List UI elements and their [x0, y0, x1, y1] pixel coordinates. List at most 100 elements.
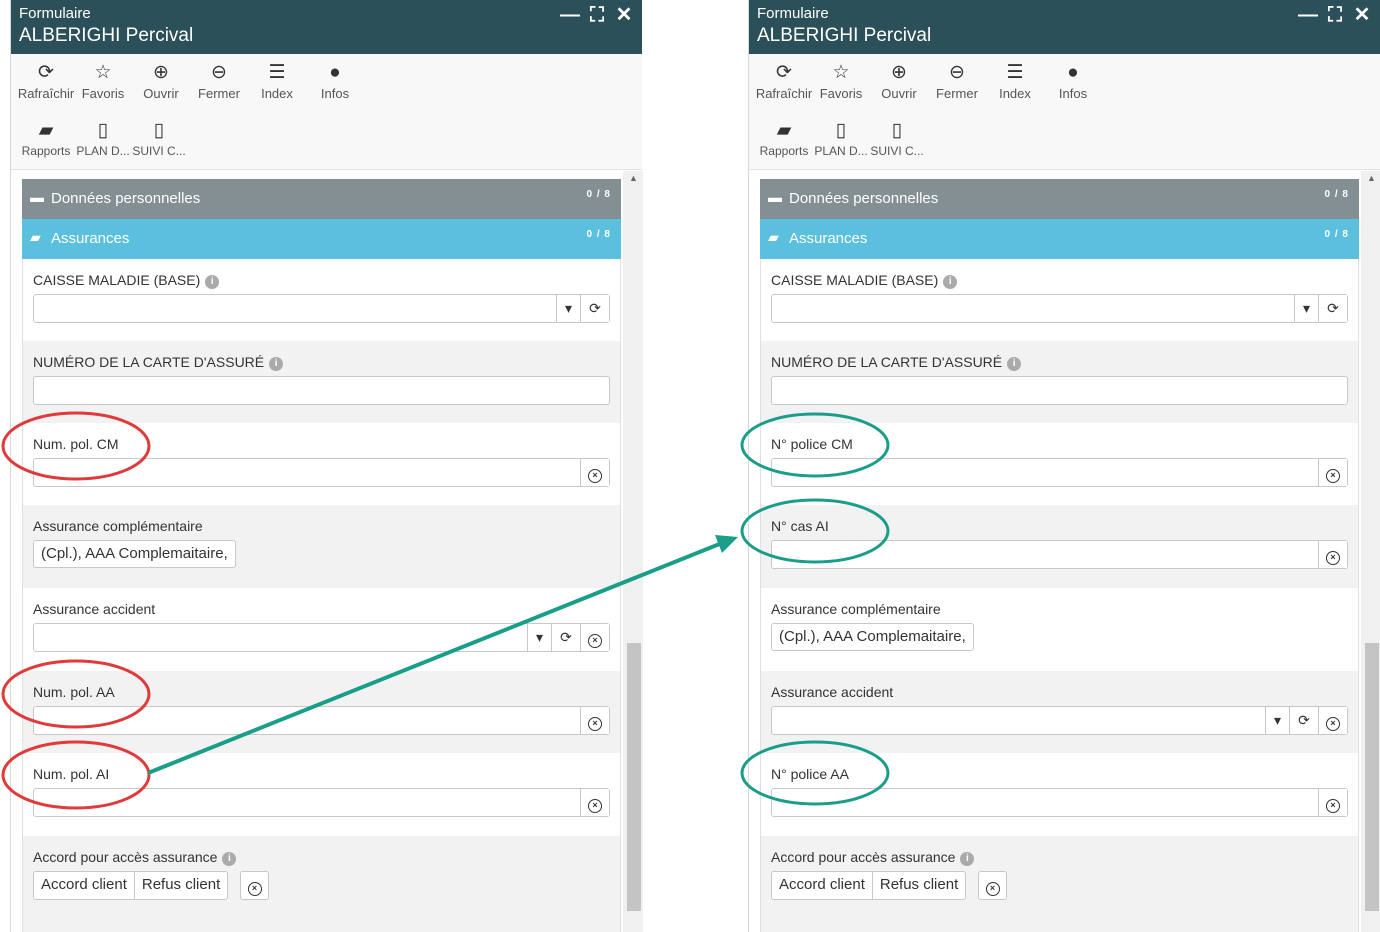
maximize-icon[interactable]: ⛶ — [1325, 5, 1345, 25]
clear-icon[interactable]: × — [580, 459, 609, 486]
window-titlebar: Formulaire ALBERIGHI Percival — ⛶ ✕ — [11, 0, 642, 54]
field-label: CAISSE MALADIE (BASE) i — [33, 272, 220, 289]
window-title: ALBERIGHI Percival — [757, 25, 932, 46]
dropdown-caret-icon[interactable]: ▾ — [1265, 707, 1289, 734]
scroll-up-icon[interactable]: ▲ — [629, 173, 638, 183]
rapports-button[interactable]: ▰ Rapports — [17, 118, 75, 158]
panel-header-personal[interactable]: ▬ Données personnelles 0 / 8 — [22, 179, 621, 219]
refresh-icon[interactable]: ⟳ — [551, 624, 580, 651]
caisse-select[interactable]: ▾ ⟳ — [771, 294, 1348, 323]
close-icon[interactable]: ✕ — [614, 5, 634, 25]
refresh-button[interactable]: ⟳ Rafraîchir — [17, 60, 75, 101]
plan-button[interactable]: ▯ PLAN D... — [811, 118, 871, 158]
scroll-up-icon[interactable]: ▲ — [1367, 173, 1376, 183]
accident-select[interactable]: ▾ ⟳ × — [33, 623, 610, 652]
clear-icon[interactable]: × — [978, 871, 1007, 900]
open-button[interactable]: ⊕ Ouvrir — [135, 60, 187, 101]
vertical-scrollbar[interactable]: ▲ — [623, 171, 643, 932]
num-pol-ai-input[interactable]: × — [33, 788, 610, 817]
field-complementaire: Assurance complémentaire (Cpl.), AAA Com… — [23, 505, 620, 588]
accord-client-option[interactable]: Accord client — [772, 872, 872, 899]
favorites-button[interactable]: ☆ Favoris — [77, 60, 129, 101]
refresh-button[interactable]: ⟳ Rafraîchir — [755, 60, 813, 101]
field-label: NUMÉRO DE LA CARTE D'ASSURÉ i — [33, 354, 284, 371]
info-icon[interactable]: i — [943, 275, 958, 289]
info-icon[interactable]: i — [960, 852, 975, 866]
clear-icon[interactable]: × — [1318, 541, 1347, 568]
minimize-icon[interactable]: — — [560, 5, 580, 25]
field-carte: NUMÉRO DE LA CARTE D'ASSURÉ i — [23, 341, 620, 423]
index-button[interactable]: ☰ Index — [989, 60, 1041, 101]
police-cm-input[interactable]: × — [771, 458, 1348, 487]
index-label: Index — [999, 86, 1031, 101]
panel-personal-count: 0 / 8 — [586, 189, 611, 200]
close-all-button[interactable]: ⊖ Fermer — [193, 60, 245, 101]
clear-icon[interactable]: × — [580, 624, 609, 651]
cas-ai-input[interactable]: × — [771, 540, 1348, 569]
clear-icon[interactable]: × — [1318, 459, 1347, 486]
refresh-icon[interactable]: ⟳ — [580, 295, 609, 322]
infos-button[interactable]: ● Infos — [1047, 60, 1099, 101]
info-icon[interactable]: i — [205, 275, 220, 289]
star-icon: ☆ — [94, 62, 112, 83]
panel-insurance-count: 0 / 8 — [586, 229, 611, 240]
info-icon[interactable]: i — [222, 852, 237, 866]
clear-icon[interactable]: × — [580, 789, 609, 816]
field-label: N° police CM — [771, 436, 853, 452]
refresh-icon[interactable]: ⟳ — [1289, 707, 1318, 734]
rapports-button[interactable]: ▰ Rapports — [755, 118, 813, 158]
accident-select[interactable]: ▾ ⟳ × — [771, 706, 1348, 735]
rapports-label: Rapports — [21, 144, 71, 158]
scrollbar-thumb[interactable] — [1365, 643, 1379, 911]
panel-header-insurance[interactable]: ▰ Assurances 0 / 8 — [22, 219, 621, 259]
complementaire-tag[interactable]: (Cpl.), AAA Complemaitaire, — [33, 540, 236, 568]
refus-client-option[interactable]: Refus client — [871, 872, 965, 899]
window-titlebar: Formulaire ALBERIGHI Percival — ⛶ ✕ — [749, 0, 1380, 54]
num-pol-cm-input[interactable]: × — [33, 458, 610, 487]
panel-header-personal[interactable]: ▬ Données personnelles 0 / 8 — [760, 179, 1359, 219]
dropdown-caret-icon[interactable]: ▾ — [556, 295, 580, 322]
clear-icon[interactable]: × — [1318, 707, 1347, 734]
caisse-select[interactable]: ▾ ⟳ — [33, 294, 610, 323]
index-button[interactable]: ☰ Index — [251, 60, 303, 101]
plan-button[interactable]: ▯ PLAN D... — [73, 118, 133, 158]
accord-toggle: Accord client Refus client — [33, 871, 229, 900]
field-label: CAISSE MALADIE (BASE) i — [771, 272, 958, 289]
plan-label: PLAN D... — [814, 144, 868, 158]
panel-header-insurance[interactable]: ▰ Assurances 0 / 8 — [760, 219, 1359, 259]
suivi-button[interactable]: ▯ SUIVI C... — [869, 118, 925, 158]
close-label: Fermer — [198, 86, 240, 101]
refresh-icon[interactable]: ⟳ — [1318, 295, 1347, 322]
close-all-button[interactable]: ⊖ Fermer — [931, 60, 983, 101]
field-num-pol-ai: Num. pol. AI × — [23, 753, 620, 836]
accord-client-option[interactable]: Accord client — [34, 872, 134, 899]
carte-input[interactable] — [33, 376, 610, 405]
police-aa-input[interactable]: × — [771, 788, 1348, 817]
field-label: Num. pol. CM — [33, 436, 119, 452]
carte-input[interactable] — [771, 376, 1348, 405]
refresh-icon: ⟳ — [38, 62, 54, 83]
dropdown-caret-icon[interactable]: ▾ — [527, 624, 551, 651]
suivi-button[interactable]: ▯ SUIVI C... — [131, 118, 187, 158]
open-button[interactable]: ⊕ Ouvrir — [873, 60, 925, 101]
scrollbar-thumb[interactable] — [627, 643, 641, 911]
minimize-icon[interactable]: — — [1298, 5, 1318, 25]
clear-icon[interactable]: × — [240, 871, 269, 900]
panel-personal-label: Données personnelles — [51, 190, 201, 207]
index-label: Index — [261, 86, 293, 101]
dropdown-caret-icon[interactable]: ▾ — [1294, 295, 1318, 322]
complementaire-tag[interactable]: (Cpl.), AAA Complemaitaire, — [771, 623, 974, 651]
favorites-button[interactable]: ☆ Favoris — [815, 60, 867, 101]
clear-icon[interactable]: × — [1318, 789, 1347, 816]
folder-open-icon: ▰ — [768, 229, 779, 245]
field-caisse: CAISSE MALADIE (BASE) i ▾ ⟳ — [761, 259, 1358, 341]
num-pol-aa-input[interactable]: × — [33, 706, 610, 735]
info-icon[interactable]: i — [1007, 357, 1022, 371]
clear-icon[interactable]: × — [580, 707, 609, 734]
vertical-scrollbar[interactable]: ▲ — [1361, 171, 1380, 932]
refus-client-option[interactable]: Refus client — [133, 872, 227, 899]
close-icon[interactable]: ✕ — [1352, 5, 1372, 25]
infos-button[interactable]: ● Infos — [309, 60, 361, 101]
info-icon[interactable]: i — [269, 357, 284, 371]
maximize-icon[interactable]: ⛶ — [587, 5, 607, 25]
